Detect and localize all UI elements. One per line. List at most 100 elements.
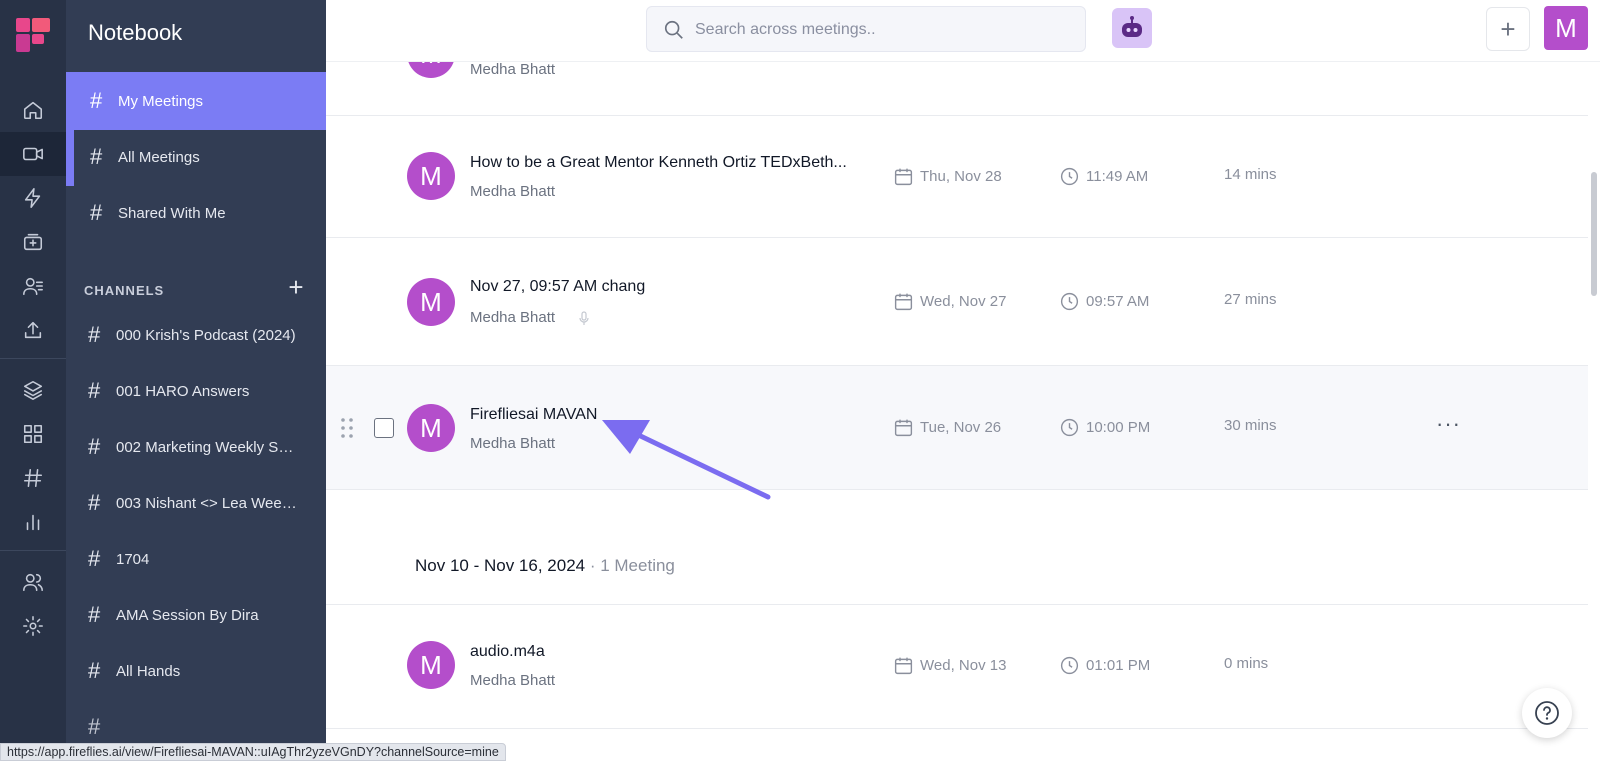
- icon-rail: [0, 0, 66, 761]
- hashtag-icon: #: [88, 546, 101, 571]
- clock-icon: [1060, 292, 1079, 311]
- annotation-arrow-icon: [602, 420, 771, 500]
- lightning-icon[interactable]: [0, 176, 66, 220]
- channel-label: 1704: [116, 550, 150, 568]
- search-box[interactable]: [646, 6, 1086, 52]
- avatar: M: [407, 404, 455, 452]
- meeting-date: Tue, Nov 26: [893, 417, 1001, 438]
- uploads-icon[interactable]: [0, 220, 66, 264]
- channel-item[interactable]: # AMA Session By Dira: [66, 586, 326, 644]
- channel-item[interactable]: #000 Krish's Podcast (2024): [66, 306, 326, 364]
- channel-item[interactable]: #002 Marketing Weekly Sync: [66, 418, 326, 476]
- date-group-header: Nov 10 - Nov 16, 2024 · 1 Meeting: [415, 556, 675, 576]
- calendar-icon: [894, 168, 913, 186]
- clock-icon: [1060, 167, 1079, 186]
- channel-label: AMA Session By Dira: [116, 606, 259, 624]
- home-icon[interactable]: [0, 88, 66, 132]
- nav-label: Shared With Me: [118, 204, 226, 222]
- avatar: M: [407, 152, 455, 200]
- microphone-icon: [579, 311, 589, 325]
- nav-my-meetings[interactable]: # My Meetings: [66, 72, 326, 130]
- calendar-icon: [894, 419, 913, 437]
- meeting-time: 01:01 PM: [1059, 655, 1150, 676]
- meeting-time: 10:00 PM: [1059, 417, 1150, 438]
- meeting-row[interactable]: M audio.m4a Medha Bhatt Wed, Nov 13 01:0…: [326, 605, 1588, 729]
- channel-label: All Hands: [116, 662, 181, 680]
- meeting-title[interactable]: How to be a Great Mentor Kenneth Ortiz T…: [470, 154, 847, 172]
- channel-item[interactable]: # All Hands: [66, 642, 326, 700]
- meeting-title[interactable]: Nov 27, 09:57 AM chang: [470, 278, 645, 296]
- channel-item[interactable]: #003 Nishant <> Lea Weekly: [66, 474, 326, 532]
- meeting-owner: Medha Bhatt: [470, 183, 556, 200]
- drag-handle-icon[interactable]: [340, 417, 354, 439]
- meeting-time: 11:49 AM: [1059, 166, 1148, 187]
- meeting-owner: Medha Bhatt: [470, 309, 556, 326]
- meeting-duration: 30 mins: [1224, 417, 1277, 434]
- meeting-title[interactable]: Firefliesai MAVAN: [470, 406, 597, 424]
- meeting-date: Thu, Nov 28: [893, 166, 1002, 187]
- meeting-duration: 14 mins: [1224, 166, 1277, 183]
- hashtag-icon: #: [88, 714, 101, 739]
- meeting-duration: 27 mins: [1224, 291, 1277, 308]
- apps-grid-icon[interactable]: [0, 412, 66, 456]
- meeting-row[interactable]: M Firefliesai MAVAN Medha Bhatt Tue, Nov…: [326, 366, 1588, 490]
- meeting-row[interactable]: M How to be a Great Mentor Kenneth Ortiz…: [326, 116, 1588, 238]
- channel-item[interactable]: #001 HARO Answers: [66, 362, 326, 420]
- fireflies-logo-icon[interactable]: [14, 16, 52, 54]
- select-checkbox[interactable]: [374, 418, 394, 438]
- meeting-date: Wed, Nov 27: [893, 291, 1006, 312]
- meeting-time: 09:57 AM: [1059, 291, 1149, 312]
- meetings-list: M Medha Bhatt M How to be a Great Mentor…: [326, 0, 1600, 761]
- calendar-icon: [894, 293, 913, 311]
- meeting-title[interactable]: audio.m4a: [470, 643, 545, 661]
- group-count: 1 Meeting: [600, 556, 675, 575]
- hashtag-icon: #: [88, 322, 101, 347]
- ai-assistant-bot-icon[interactable]: [1112, 8, 1152, 48]
- scrollbar-thumb[interactable]: [1591, 172, 1597, 296]
- meeting-duration: 0 mins: [1224, 655, 1269, 672]
- meeting-date: Wed, Nov 13: [893, 655, 1006, 676]
- hashtag-icon[interactable]: [0, 456, 66, 500]
- hashtag-icon: #: [90, 200, 103, 225]
- add-channel-plus-icon[interactable]: +: [282, 274, 310, 302]
- more-options-icon[interactable]: ···: [1436, 411, 1461, 437]
- contacts-icon[interactable]: [0, 264, 66, 308]
- avatar: M: [407, 278, 455, 326]
- hashtag-icon: #: [90, 144, 103, 169]
- hashtag-icon: #: [88, 602, 101, 627]
- hashtag-icon: #: [90, 88, 103, 113]
- upload-icon[interactable]: [0, 308, 66, 352]
- help-button[interactable]: [1522, 688, 1572, 738]
- analytics-icon[interactable]: [0, 500, 66, 544]
- hashtag-icon: #: [88, 434, 101, 459]
- meeting-row[interactable]: M Nov 27, 09:57 AM chang Medha Bhatt Wed…: [326, 238, 1588, 366]
- meeting-owner: Medha Bhatt: [470, 61, 556, 78]
- video-camera-icon[interactable]: [0, 132, 66, 176]
- channel-label: 003 Nishant <> Lea Weekly: [116, 494, 298, 512]
- search-icon: [664, 20, 683, 39]
- nav-all-meetings[interactable]: # All Meetings: [66, 128, 326, 186]
- layers-icon[interactable]: [0, 368, 66, 412]
- nav-label: All Meetings: [118, 148, 200, 166]
- settings-gear-icon[interactable]: [0, 604, 66, 648]
- nav-shared-with-me[interactable]: # Shared With Me: [66, 184, 326, 242]
- avatar: M: [407, 641, 455, 689]
- hashtag-icon: #: [88, 490, 101, 515]
- hashtag-icon: #: [88, 378, 101, 403]
- search-input[interactable]: [695, 17, 1075, 43]
- channel-label: 002 Marketing Weekly Sync: [116, 438, 298, 456]
- hashtag-icon: #: [88, 658, 101, 683]
- help-question-icon: [1535, 701, 1559, 725]
- meeting-owner: Medha Bhatt: [470, 672, 556, 689]
- scrollbar[interactable]: [1588, 62, 1600, 761]
- channels-header: CHANNELS: [84, 283, 165, 298]
- group-separator: ·: [585, 556, 601, 575]
- sidebar-title: Notebook: [88, 20, 183, 45]
- nav-label: My Meetings: [118, 92, 204, 110]
- calendar-icon: [894, 657, 913, 675]
- user-avatar[interactable]: M: [1544, 6, 1588, 50]
- meeting-owner: Medha Bhatt: [470, 435, 556, 452]
- team-icon[interactable]: [0, 560, 66, 604]
- new-meeting-plus-button[interactable]: +: [1486, 7, 1530, 51]
- channel-item[interactable]: #1704: [66, 530, 326, 588]
